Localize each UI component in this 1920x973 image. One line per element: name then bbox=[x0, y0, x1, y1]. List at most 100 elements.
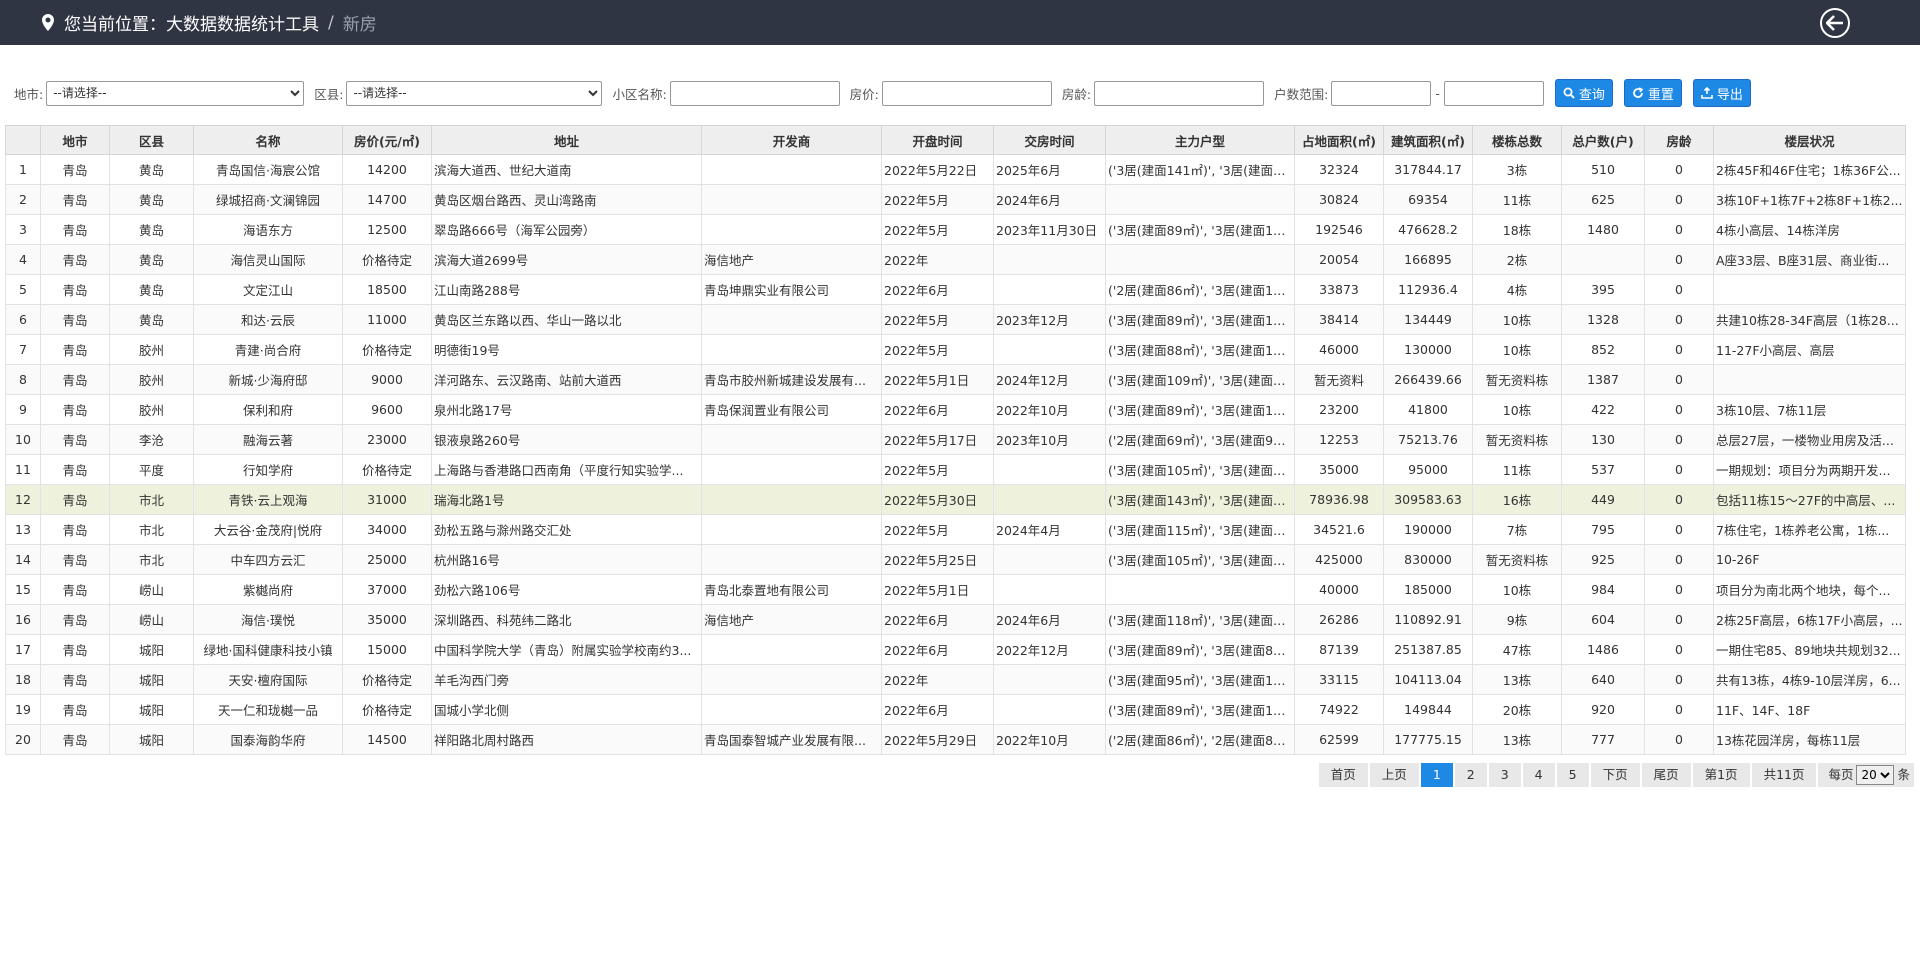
table-cell: 47栋 bbox=[1472, 634, 1562, 665]
table-cell: 新城·少海府邸 bbox=[193, 364, 343, 395]
district-select[interactable]: --请选择-- bbox=[346, 80, 603, 106]
table-cell: 胶州 bbox=[109, 334, 194, 365]
reset-button[interactable]: 重置 bbox=[1623, 79, 1682, 107]
page-number-button[interactable]: 3 bbox=[1488, 763, 1521, 787]
table-cell bbox=[993, 244, 1106, 275]
table-cell: 33873 bbox=[1294, 274, 1384, 305]
query-button[interactable]: 查询 bbox=[1554, 79, 1613, 107]
table-cell: ('3居(建面88㎡)', '3居(建面11... bbox=[1105, 334, 1295, 365]
table-cell: 0 bbox=[1644, 694, 1714, 725]
table-cell: 江山南路288号 bbox=[431, 274, 702, 305]
table-row[interactable]: 19 青岛 城阳 天一仁和珑樾一品 价格待定 国城小学北侧 2022年6月 ('3居(建面89… bbox=[5, 694, 1906, 725]
table-cell: 0 bbox=[1644, 454, 1714, 485]
age-input[interactable] bbox=[1094, 80, 1265, 106]
last-page-button[interactable]: 尾页 bbox=[1641, 763, 1691, 787]
table-cell: 15000 bbox=[342, 634, 432, 665]
per-page-select[interactable]: 20 bbox=[1856, 765, 1895, 785]
table-row[interactable]: 15 青岛 崂山 紫樾尚府 37000 劲松六路106号 青岛北泰置地有限公司 2022年5月… bbox=[5, 574, 1906, 605]
first-page-button[interactable]: 首页 bbox=[1318, 763, 1368, 787]
table-cell: 青铁·云上观海 bbox=[193, 484, 343, 515]
households-to-input[interactable] bbox=[1443, 80, 1544, 106]
table-row[interactable]: 14 青岛 市北 中车四方云汇 25000 杭州路16号 2022年5月25日 ('3居(建面… bbox=[5, 544, 1906, 575]
table-cell: 40000 bbox=[1294, 574, 1384, 605]
table-row[interactable]: 7 青岛 胶州 青建·尚合府 价格待定 明德街19号 2022年5月 ('3居(建面88㎡)'… bbox=[5, 334, 1906, 365]
table-cell: 177775.15 bbox=[1383, 724, 1473, 755]
back-button[interactable] bbox=[1820, 8, 1850, 38]
table-cell bbox=[701, 154, 882, 185]
table-row[interactable]: 12 青岛 市北 青铁·云上观海 31000 瑞海北路1号 2022年5月30日 ('3居(建… bbox=[5, 484, 1906, 515]
table-row[interactable]: 17 青岛 城阳 绿地·国科健康科技小镇 15000 中国科学院大学（青岛）附属实验学校南… bbox=[5, 634, 1906, 665]
table-cell: 14200 bbox=[342, 154, 432, 185]
table-cell: 城阳 bbox=[109, 664, 194, 695]
table-row[interactable]: 8 青岛 胶州 新城·少海府邸 9000 洋河路东、云汉路南、站前大道西 青岛市胶州新城建设… bbox=[5, 364, 1906, 395]
table-cell: ('3居(建面143㎡)', '3居(建面1... bbox=[1105, 484, 1295, 515]
table-row[interactable]: 16 青岛 崂山 海信·璞悦 35000 深圳路西、科苑纬二路北 海信地产 2022年6月 20… bbox=[5, 604, 1906, 635]
column-header: 地市 bbox=[40, 125, 110, 155]
page-number-button[interactable]: 1 bbox=[1420, 763, 1453, 787]
current-page-info: 第1页 bbox=[1692, 763, 1750, 787]
export-button[interactable]: 导出 bbox=[1692, 79, 1751, 107]
table-row[interactable]: 1 青岛 黄岛 青岛国信·海宸公馆 14200 滨海大道西、世纪大道南 2022年5月22日… bbox=[5, 154, 1906, 185]
prev-page-button[interactable]: 上页 bbox=[1369, 763, 1419, 787]
community-label: 小区名称: bbox=[612, 86, 667, 102]
table-cell: 城阳 bbox=[109, 724, 194, 755]
table-cell bbox=[701, 664, 882, 695]
community-name-input[interactable] bbox=[669, 80, 840, 106]
table-row[interactable]: 6 青岛 黄岛 和达·云辰 11000 黄岛区兰东路以西、华山一路以北 2022年5月 202… bbox=[5, 304, 1906, 335]
table-cell bbox=[1105, 244, 1295, 275]
table-cell bbox=[993, 544, 1106, 575]
column-header: 楼层状况 bbox=[1713, 125, 1906, 155]
table-cell: 1328 bbox=[1561, 304, 1645, 335]
table-cell: 市北 bbox=[109, 544, 194, 575]
table-row[interactable]: 20 青岛 城阳 国泰海韵华府 14500 祥阳路北周村路西 青岛国泰智城产业发展有限...… bbox=[5, 724, 1906, 755]
table-cell: 黄岛区烟台路西、灵山湾路南 bbox=[431, 184, 702, 215]
page-number-button[interactable]: 4 bbox=[1522, 763, 1555, 787]
table-cell: 0 bbox=[1644, 214, 1714, 245]
table-row[interactable]: 10 青岛 李沧 融海云著 23000 银液泉路260号 2022年5月17日 2023年10… bbox=[5, 424, 1906, 455]
table-cell: 一期规划：项目分为两期开发... bbox=[1713, 454, 1906, 485]
table-row[interactable]: 13 青岛 市北 大云谷·金茂府|悦府 34000 劲松五路与滁州路交汇处 2022年5月 2… bbox=[5, 514, 1906, 545]
table-cell bbox=[701, 694, 882, 725]
table-cell: 青岛 bbox=[40, 484, 110, 515]
table-cell: 青岛 bbox=[40, 334, 110, 365]
table-row[interactable]: 3 青岛 黄岛 海语东方 12500 翠岛路666号（海军公园旁） 2022年5月 2023年… bbox=[5, 214, 1906, 245]
table-cell: 185000 bbox=[1383, 574, 1473, 605]
query-label: 查询 bbox=[1578, 87, 1605, 103]
table-cell bbox=[1713, 364, 1906, 395]
table-row[interactable]: 4 青岛 黄岛 海信灵山国际 价格待定 滨海大道2699号 海信地产 2022年 20054 16… bbox=[5, 244, 1906, 275]
export-icon bbox=[1701, 87, 1713, 99]
table-cell: 10栋 bbox=[1472, 574, 1562, 605]
table-cell: 0 bbox=[1644, 574, 1714, 605]
price-input[interactable] bbox=[881, 80, 1052, 106]
table-cell: 110892.91 bbox=[1383, 604, 1473, 635]
table-cell: 青岛国信·海宸公馆 bbox=[193, 154, 343, 185]
table-cell: 暂无资料栋 bbox=[1472, 364, 1562, 395]
table-row[interactable]: 11 青岛 平度 行知学府 价格待定 上海路与香港路口西南角（平度行知实验学... 2022… bbox=[5, 454, 1906, 485]
table-row[interactable]: 9 青岛 胶州 保利和府 9600 泉州北路17号 青岛保润置业有限公司 2022年6月 202… bbox=[5, 394, 1906, 425]
table-cell: 0 bbox=[1644, 724, 1714, 755]
table-cell: 价格待定 bbox=[342, 664, 432, 695]
table-row[interactable]: 18 青岛 城阳 天安·檀府国际 价格待定 羊毛沟西门旁 2022年 ('3居(建面95㎡)'… bbox=[5, 664, 1906, 695]
reset-label: 重置 bbox=[1647, 87, 1674, 103]
table-cell: 国泰海韵华府 bbox=[193, 724, 343, 755]
next-page-button[interactable]: 下页 bbox=[1590, 763, 1640, 787]
table-cell: 城阳 bbox=[109, 694, 194, 725]
table-cell: 黄岛区兰东路以西、华山一路以北 bbox=[431, 304, 702, 335]
table-cell: 10栋 bbox=[1472, 334, 1562, 365]
table-cell: 190000 bbox=[1383, 514, 1473, 545]
table-row[interactable]: 2 青岛 黄岛 绿城招商·文澜锦园 14700 黄岛区烟台路西、灵山湾路南 2022年5月 2… bbox=[5, 184, 1906, 215]
page-number-button[interactable]: 2 bbox=[1454, 763, 1487, 787]
table-cell: 一期住宅85、89地块共规划32... bbox=[1713, 634, 1906, 665]
table-cell: 395 bbox=[1561, 274, 1645, 305]
table-cell: 38414 bbox=[1294, 304, 1384, 335]
table-header-row: 地市 区县 名称 房价(元/㎡) 地址 开发商 开盘时间 交房时间 主力户型 占地面积(㎡) 建筑面… bbox=[5, 125, 1906, 155]
table-row[interactable]: 5 青岛 黄岛 文定江山 18500 江山南路288号 青岛坤鼎实业有限公司 2022年6月 (… bbox=[5, 274, 1906, 305]
city-select[interactable]: --请选择-- bbox=[46, 80, 305, 106]
table-cell: 41800 bbox=[1383, 394, 1473, 425]
breadcrumb-current[interactable]: 大数据数据统计工具 bbox=[166, 10, 319, 35]
table-cell: ('2居(建面86㎡)', '3居(建面11... bbox=[1105, 274, 1295, 305]
households-from-input[interactable] bbox=[1331, 80, 1432, 106]
page-number-button[interactable]: 5 bbox=[1556, 763, 1589, 787]
page-number-list: 12345 bbox=[1419, 763, 1589, 787]
table-cell: 62599 bbox=[1294, 724, 1384, 755]
